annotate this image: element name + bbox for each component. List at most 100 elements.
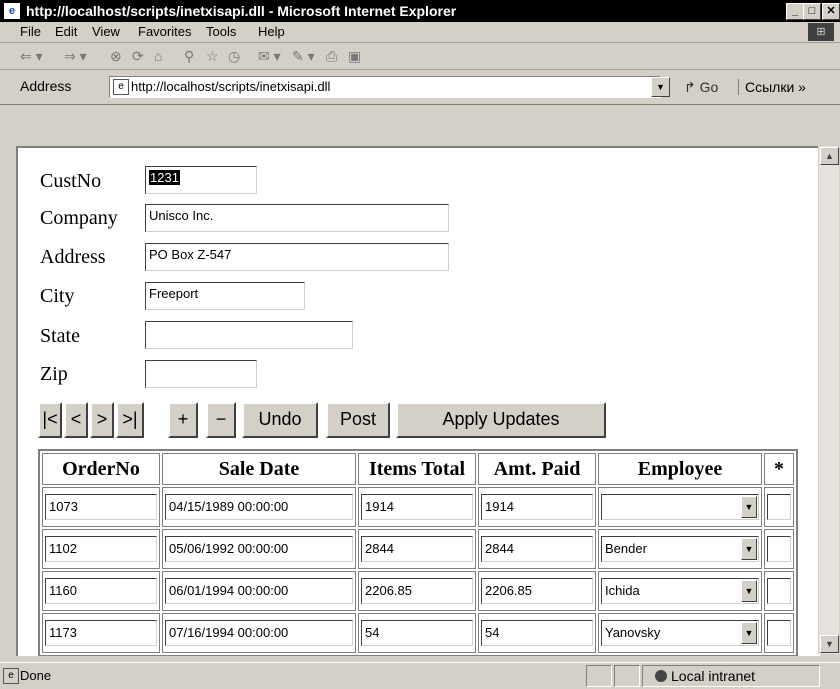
menu-view[interactable]: View xyxy=(92,24,120,39)
orderno-field[interactable]: 1073 xyxy=(45,494,157,520)
address-label: Address xyxy=(20,78,72,94)
company-label: Company xyxy=(40,207,118,229)
address-dropdown-icon[interactable]: ▼ xyxy=(651,77,670,97)
itemstotal-field[interactable]: 2844 xyxy=(361,536,473,562)
chevron-down-icon[interactable]: ▼ xyxy=(741,496,757,518)
status-segment xyxy=(586,665,612,687)
go-button[interactable]: ↱ Go xyxy=(684,79,718,96)
amtpaid-field[interactable]: 54 xyxy=(481,620,593,646)
last-record-button[interactable]: >| xyxy=(116,402,144,438)
address-bar: Address e http://localhost/scripts/inetx… xyxy=(0,70,840,105)
grid-cell xyxy=(764,487,794,527)
search-icon[interactable]: ⚲ xyxy=(184,47,194,65)
employee-select[interactable]: Ichida ▼ xyxy=(601,578,759,604)
saledate-field[interactable]: 06/01/1994 00:00:00 xyxy=(165,578,353,604)
discuss-icon[interactable]: ▣ xyxy=(348,47,361,65)
orderno-field[interactable]: 1173 xyxy=(45,620,157,646)
refresh-icon[interactable]: ⟳ xyxy=(132,47,144,65)
grid-cell: 1914 xyxy=(478,487,596,527)
grid-cell xyxy=(764,613,794,653)
scroll-up-icon[interactable]: ▲ xyxy=(820,147,839,165)
scroll-down-icon[interactable]: ▼ xyxy=(820,635,839,653)
forward-icon[interactable]: ⇒ ▾ xyxy=(64,47,87,65)
custno-label: CustNo xyxy=(40,170,102,192)
zone-text: Local intranet xyxy=(671,668,756,684)
zip-field[interactable] xyxy=(145,360,257,388)
next-record-button[interactable]: > xyxy=(90,402,114,438)
orderno-field[interactable]: 1160 xyxy=(45,578,157,604)
saledate-field[interactable]: 07/16/1994 00:00:00 xyxy=(165,620,353,646)
grid-cell xyxy=(764,571,794,611)
post-button[interactable]: Post xyxy=(326,402,390,438)
grid-cell: Ichida ▼ xyxy=(598,571,762,611)
grid-cell: Bender ▼ xyxy=(598,529,762,569)
minimize-icon[interactable]: _ xyxy=(786,3,804,20)
favorites-icon[interactable]: ☆ xyxy=(206,47,219,65)
grid-cell: 54 xyxy=(358,613,476,653)
amtpaid-field[interactable]: 1914 xyxy=(481,494,593,520)
address-input[interactable]: e http://localhost/scripts/inetxisapi.dl… xyxy=(109,76,661,98)
vertical-scrollbar[interactable]: ▲ ▼ xyxy=(818,146,839,654)
state-field[interactable] xyxy=(145,321,353,349)
row-marker-field[interactable] xyxy=(767,536,791,562)
undo-button[interactable]: Undo xyxy=(242,402,318,438)
table-row: 1173 07/16/1994 00:00:00 54 54 Yanovsky ▼ xyxy=(42,613,794,653)
close-icon[interactable]: ✕ xyxy=(822,3,840,20)
prev-record-button[interactable]: < xyxy=(64,402,88,438)
menu-file[interactable]: File xyxy=(20,24,41,39)
chevron-down-icon[interactable]: ▼ xyxy=(741,538,757,560)
table-row: 1102 05/06/1992 00:00:00 2844 2844 Bende… xyxy=(42,529,794,569)
menu-tools[interactable]: Tools xyxy=(206,24,236,39)
page-viewport: CustNo 1231 Company Unisco Inc. Address … xyxy=(16,146,820,656)
browser-window: e http://localhost/scripts/inetxisapi.dl… xyxy=(0,0,840,689)
itemstotal-field[interactable]: 2206.85 xyxy=(361,578,473,604)
back-icon[interactable]: ⇐ ▾ xyxy=(20,47,43,65)
orderno-field[interactable]: 1102 xyxy=(45,536,157,562)
employee-select[interactable]: Yanovsky ▼ xyxy=(601,620,759,646)
city-field[interactable]: Freeport xyxy=(145,282,305,310)
amtpaid-field[interactable]: 2844 xyxy=(481,536,593,562)
home-icon[interactable]: ⌂ xyxy=(154,47,162,65)
stop-icon[interactable]: ⊗ xyxy=(110,47,122,65)
print-icon[interactable]: ⎙ xyxy=(326,47,337,65)
address-url: http://localhost/scripts/inetxisapi.dll xyxy=(131,79,331,94)
edit-icon[interactable]: ✎ ▾ xyxy=(292,47,315,65)
grid-cell: 1160 xyxy=(42,571,160,611)
grid-cell: 04/15/1989 00:00:00 xyxy=(162,487,356,527)
grid-cell: 1073 xyxy=(42,487,160,527)
menu-edit[interactable]: Edit xyxy=(55,24,77,39)
itemstotal-field[interactable]: 1914 xyxy=(361,494,473,520)
maximize-icon[interactable]: □ xyxy=(803,3,821,20)
first-record-button[interactable]: |< xyxy=(38,402,62,438)
menu-help[interactable]: Help xyxy=(258,24,285,39)
chevron-down-icon[interactable]: ▼ xyxy=(741,622,757,644)
itemstotal-field[interactable]: 54 xyxy=(361,620,473,646)
grid-cell: 1102 xyxy=(42,529,160,569)
page-content: CustNo 1231 Company Unisco Inc. Address … xyxy=(18,148,820,656)
custno-field[interactable]: 1231 xyxy=(145,166,257,194)
company-field[interactable]: Unisco Inc. xyxy=(145,204,449,232)
grid-cell: 05/06/1992 00:00:00 xyxy=(162,529,356,569)
apply-updates-button[interactable]: Apply Updates xyxy=(396,402,606,438)
zone-indicator: Local intranet xyxy=(655,668,755,684)
mail-icon[interactable]: ✉ ▾ xyxy=(258,47,281,65)
chevron-down-icon[interactable]: ▼ xyxy=(741,580,757,602)
grid-cell: ▼ xyxy=(598,487,762,527)
row-marker-field[interactable] xyxy=(767,578,791,604)
employee-select[interactable]: Bender ▼ xyxy=(601,536,759,562)
employee-value: Ichida xyxy=(605,583,640,598)
links-button[interactable]: Ссылки » xyxy=(738,79,806,95)
go-arrow-icon: ↱ xyxy=(684,79,700,95)
delete-record-button[interactable]: − xyxy=(206,402,236,438)
saledate-field[interactable]: 05/06/1992 00:00:00 xyxy=(165,536,353,562)
row-marker-field[interactable] xyxy=(767,620,791,646)
history-icon[interactable]: ◷ xyxy=(228,47,240,65)
employee-select[interactable]: ▼ xyxy=(601,494,759,520)
grid-cell: 2844 xyxy=(478,529,596,569)
amtpaid-field[interactable]: 2206.85 xyxy=(481,578,593,604)
saledate-field[interactable]: 04/15/1989 00:00:00 xyxy=(165,494,353,520)
address-field[interactable]: PO Box Z-547 xyxy=(145,243,449,271)
menu-favorites[interactable]: Favorites xyxy=(138,24,191,39)
row-marker-field[interactable] xyxy=(767,494,791,520)
insert-record-button[interactable]: + xyxy=(168,402,198,438)
